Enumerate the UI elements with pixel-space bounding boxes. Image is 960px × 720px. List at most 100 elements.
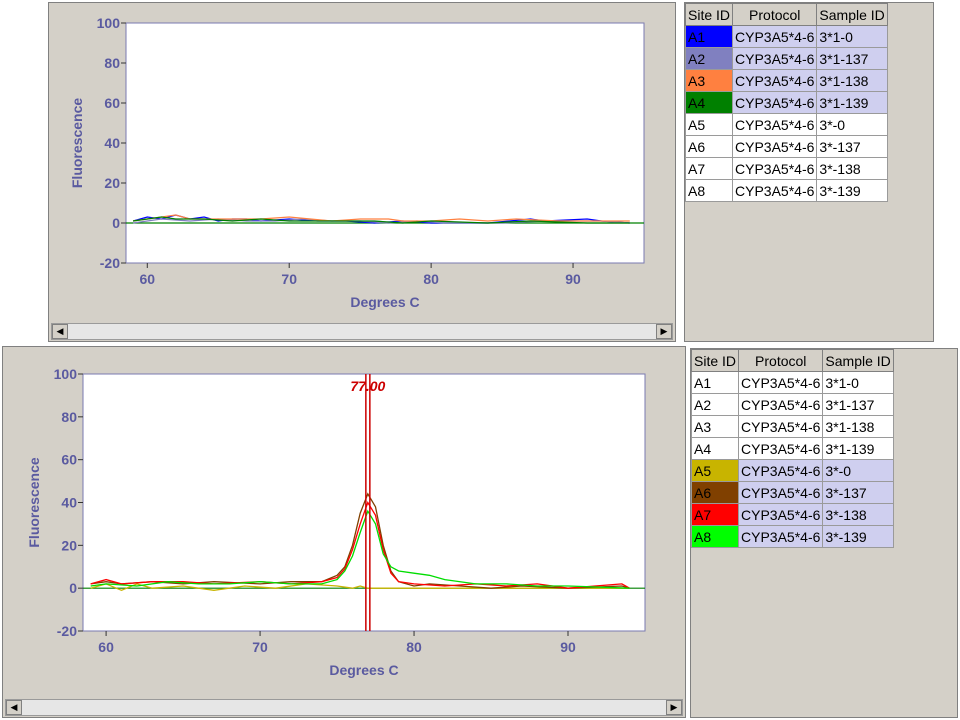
column-header[interactable]: Sample ID (816, 3, 888, 26)
site-id-cell[interactable]: A8 (685, 179, 734, 202)
sample-id-cell[interactable]: 3*1-138 (822, 415, 894, 438)
table-row[interactable]: A6 CYP3A5*4-6 3*-137 (685, 135, 888, 158)
scroll-right-icon[interactable]: ▶ (656, 324, 672, 339)
site-id-cell[interactable]: A3 (691, 415, 740, 438)
table-row[interactable]: A7 CYP3A5*4-6 3*-138 (685, 157, 888, 180)
scroll-right-icon[interactable]: ▶ (666, 700, 682, 715)
column-header[interactable]: Sample ID (822, 349, 894, 372)
x-tick-label: 90 (560, 639, 576, 655)
sample-id-cell[interactable]: 3*-137 (822, 481, 894, 504)
sample-id-cell[interactable]: 3*-137 (816, 135, 888, 158)
sample-id-cell[interactable]: 3*-0 (822, 459, 894, 482)
protocol-cell[interactable]: CYP3A5*4-6 (732, 25, 818, 48)
y-tick-label: -20 (100, 255, 120, 271)
protocol-cell[interactable]: CYP3A5*4-6 (732, 69, 818, 92)
top-chart-panel: -20 0 20 40 60 80 100 60 70 80 90 Degrees C Fluoresc… (48, 2, 676, 342)
table-row[interactable]: A1 CYP3A5*4-6 3*1-0 (685, 25, 888, 48)
site-id-cell[interactable]: A7 (685, 157, 734, 180)
table-row[interactable]: A7 CYP3A5*4-6 3*-138 (691, 503, 894, 526)
protocol-cell[interactable]: CYP3A5*4-6 (738, 393, 824, 416)
table-row[interactable]: A4 CYP3A5*4-6 3*1-139 (685, 91, 888, 114)
sample-id-cell[interactable]: 3*1-138 (816, 69, 888, 92)
site-id-cell[interactable]: A6 (691, 481, 740, 504)
top-horizontal-scrollbar[interactable]: ◀ ▶ (51, 323, 673, 340)
y-tick-label: 100 (54, 366, 78, 382)
y-tick-label: 60 (104, 95, 120, 111)
top-sample-table-panel: Site ID Protocol Sample ID A1 CYP3A5*4-6 3*1-… (684, 2, 934, 342)
protocol-cell[interactable]: CYP3A5*4-6 (732, 47, 818, 70)
protocol-cell[interactable]: CYP3A5*4-6 (738, 415, 824, 438)
site-id-cell[interactable]: A6 (685, 135, 734, 158)
table-row[interactable]: A8 CYP3A5*4-6 3*-139 (685, 179, 888, 202)
scroll-left-icon[interactable]: ◀ (6, 700, 22, 715)
site-id-cell[interactable]: A1 (685, 25, 734, 48)
table-row[interactable]: A5 CYP3A5*4-6 3*-0 (685, 113, 888, 136)
table-row[interactable]: A8 CYP3A5*4-6 3*-139 (691, 525, 894, 548)
y-tick-label: -20 (57, 623, 77, 639)
sample-id-cell[interactable]: 3*-138 (816, 157, 888, 180)
bottom-melt-curve-chart: -20 0 20 40 60 80 100 60 70 80 90 Degrees C Fluoresc… (26, 366, 646, 678)
site-id-cell[interactable]: A4 (691, 437, 740, 460)
table-row[interactable]: A1 CYP3A5*4-6 3*1-0 (691, 371, 894, 394)
sample-id-cell[interactable]: 3*-0 (816, 113, 888, 136)
site-id-cell[interactable]: A3 (685, 69, 734, 92)
site-id-cell[interactable]: A4 (685, 91, 734, 114)
x-axis-label: Degrees C (329, 662, 398, 678)
sample-id-cell[interactable]: 3*1-137 (822, 393, 894, 416)
y-axis-label: Fluorescence (69, 98, 85, 188)
column-header[interactable]: Protocol (738, 349, 824, 372)
protocol-cell[interactable]: CYP3A5*4-6 (732, 135, 818, 158)
table-header-row: Site ID Protocol Sample ID (691, 349, 894, 372)
protocol-cell[interactable]: CYP3A5*4-6 (732, 179, 818, 202)
sample-id-cell[interactable]: 3*-138 (822, 503, 894, 526)
sample-id-cell[interactable]: 3*1-0 (822, 371, 894, 394)
top-melt-curve-chart: -20 0 20 40 60 80 100 60 70 80 90 Degrees C Fluoresc… (69, 15, 645, 310)
table-row[interactable]: A3 CYP3A5*4-6 3*1-138 (685, 69, 888, 92)
protocol-cell[interactable]: CYP3A5*4-6 (738, 525, 824, 548)
site-id-cell[interactable]: A2 (691, 393, 740, 416)
y-tick-label: 80 (104, 55, 120, 71)
site-id-cell[interactable]: A7 (691, 503, 740, 526)
site-id-cell[interactable]: A8 (691, 525, 740, 548)
sample-id-cell[interactable]: 3*-139 (822, 525, 894, 548)
protocol-cell[interactable]: CYP3A5*4-6 (732, 113, 818, 136)
column-header[interactable]: Site ID (685, 3, 734, 26)
y-tick-label: 0 (112, 215, 120, 231)
y-axis-label: Fluorescence (26, 457, 42, 547)
protocol-cell[interactable]: CYP3A5*4-6 (738, 481, 824, 504)
y-tick-label: 40 (61, 495, 77, 511)
sample-id-cell[interactable]: 3*1-139 (816, 91, 888, 114)
column-header[interactable]: Protocol (732, 3, 818, 26)
sample-id-cell[interactable]: 3*1-137 (816, 47, 888, 70)
x-tick-label: 60 (139, 271, 155, 287)
site-id-cell[interactable]: A5 (691, 459, 740, 482)
protocol-cell[interactable]: CYP3A5*4-6 (738, 437, 824, 460)
y-tick-label: 80 (61, 409, 77, 425)
x-tick-label: 70 (281, 271, 297, 287)
protocol-cell[interactable]: CYP3A5*4-6 (738, 503, 824, 526)
site-id-cell[interactable]: A1 (691, 371, 740, 394)
bottom-horizontal-scrollbar[interactable]: ◀ ▶ (5, 699, 683, 716)
protocol-cell[interactable]: CYP3A5*4-6 (732, 91, 818, 114)
table-row[interactable]: A4 CYP3A5*4-6 3*1-139 (691, 437, 894, 460)
sample-id-cell[interactable]: 3*1-0 (816, 25, 888, 48)
y-tick-label: 20 (104, 175, 120, 191)
table-row[interactable]: A6 CYP3A5*4-6 3*-137 (691, 481, 894, 504)
protocol-cell[interactable]: CYP3A5*4-6 (732, 157, 818, 180)
table-row[interactable]: A2 CYP3A5*4-6 3*1-137 (691, 393, 894, 416)
x-tick-label: 90 (565, 271, 581, 287)
sample-id-cell[interactable]: 3*-139 (816, 179, 888, 202)
column-header[interactable]: Site ID (691, 349, 740, 372)
site-id-cell[interactable]: A5 (685, 113, 734, 136)
sample-id-cell[interactable]: 3*1-139 (822, 437, 894, 460)
table-row[interactable]: A5 CYP3A5*4-6 3*-0 (691, 459, 894, 482)
protocol-cell[interactable]: CYP3A5*4-6 (738, 371, 824, 394)
bottom-sample-table-panel: Site ID Protocol Sample ID A1 CYP3A5*4-6 3*1-… (690, 348, 958, 718)
site-id-cell[interactable]: A2 (685, 47, 734, 70)
scroll-left-icon[interactable]: ◀ (52, 324, 68, 339)
table-row[interactable]: A3 CYP3A5*4-6 3*1-138 (691, 415, 894, 438)
table-row[interactable]: A2 CYP3A5*4-6 3*1-137 (685, 47, 888, 70)
x-tick-label: 60 (98, 639, 114, 655)
protocol-cell[interactable]: CYP3A5*4-6 (738, 459, 824, 482)
tm-marker-label: 77.00 (350, 378, 385, 394)
